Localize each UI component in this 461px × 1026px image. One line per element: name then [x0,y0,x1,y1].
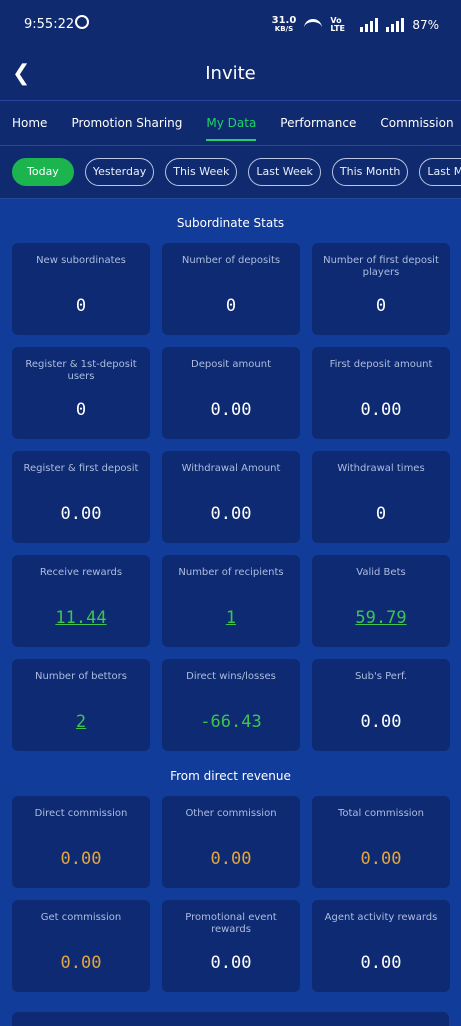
battery-level: 87% [412,18,439,32]
stat-card-direct-commission: Direct commission 0.00 [12,796,150,888]
stat-label: Number of deposits [181,255,281,266]
stat-value[interactable]: 11.44 [12,608,150,628]
stat-card-withdrawal-amount: Withdrawal Amount 0.00 [162,451,300,543]
stat-value: 0 [375,504,387,524]
stat-label: Register & first deposit [23,463,139,474]
stat-value[interactable]: 1 [162,608,300,628]
stat-value: 0 [75,296,87,316]
stat-card-agent-activity-rewards: Agent activity rewards 0.00 [312,900,450,992]
status-bar: 9:55:22 31.0 KB/S Vo LTE 87% [0,0,461,50]
stat-label: Withdrawal times [337,463,425,474]
stat-value[interactable]: 59.79 [312,608,450,628]
page-header: ❮ Invite [0,50,461,101]
stat-card-sub-s-perf: Sub's Perf. 0.00 [312,659,450,751]
filter-yesterday[interactable]: Yesterday [84,158,155,186]
stat-label: Promotional event rewards [185,912,277,935]
network-speed-value: 31.0 [271,15,297,26]
stat-card-get-commission: Get commission 0.00 [12,900,150,992]
network-speed: 31.0 KB/S [272,16,297,34]
tab-promotion-sharing[interactable]: Promotion Sharing [59,101,194,145]
stat-value: 0.00 [210,849,252,869]
date-filter-bar: Today Yesterday This Week Last Week This Mon… [0,146,461,199]
stat-label: Number of recipients [178,567,284,578]
stat-label: Total commission [337,808,425,819]
stat-card-number-of-recipients[interactable]: Number of recipients 1 [162,555,300,647]
filter-last-month[interactable]: Last Month [419,158,461,186]
stat-label: Direct wins/losses [186,671,276,682]
tab-commission[interactable]: Commission [368,101,461,145]
stat-card-number-of-deposits: Number of deposits 0 [162,243,300,335]
subordinate-stats-title: Subordinate Stats [176,216,285,230]
network-speed-unit: KB/S [274,25,294,33]
whatsapp-icon [75,15,89,29]
stat-label: Sub's Perf. [354,671,408,682]
status-icons: 31.0 KB/S Vo LTE 87% [272,16,439,34]
tab-performance[interactable]: Performance [268,101,368,145]
stat-label: Receive rewards [39,567,123,578]
tab-home[interactable]: Home [0,101,59,145]
filter-this-week[interactable]: This Week [165,158,238,186]
stat-value: 0 [225,296,237,316]
stat-value: 0.00 [60,504,102,524]
stat-value: 0.00 [360,712,402,732]
stat-value: 0.00 [60,953,102,973]
network-type: Vo LTE [330,16,346,33]
stat-label: Number of first deposit players [323,255,439,278]
direct-revenue-title: From direct revenue [170,769,291,783]
filter-this-month[interactable]: This Month [331,158,409,186]
stat-card-valid-bets[interactable]: Valid Bets 59.79 [312,555,450,647]
stat-card-first-deposit-amount: First deposit amount 0.00 [312,347,450,439]
signal-icon [360,18,379,32]
stat-value: -66.43 [200,712,262,732]
stat-card-promotional-event-rewards: Promotional event rewards 0.00 [162,900,300,992]
direct-revenue-grid: Direct commission 0.00 Other commission 0.0… [0,796,461,992]
stat-value: 0 [375,296,387,316]
stat-value: 0.00 [360,849,402,869]
stat-label: Other commission [185,808,277,819]
stat-label: Deposit amount [191,359,271,370]
stat-card-other-commission: Other commission 0.00 [162,796,300,888]
wifi-icon [304,19,323,31]
stat-value: 0.00 [210,400,252,420]
page-title: Invite [205,63,256,84]
stat-card-receive-rewards[interactable]: Receive rewards 11.44 [12,555,150,647]
stat-label: Direct commission [34,808,128,819]
stat-label: Withdrawal Amount [181,463,281,474]
stat-card-number-of-bettors[interactable]: Number of bettors 2 [12,659,150,751]
status-time: 9:55:22 [24,17,75,32]
stat-label: New subordinates [36,255,126,266]
stat-card-total-commission: Total commission 0.00 [312,796,450,888]
stat-value: 0.00 [60,849,102,869]
filter-today[interactable]: Today [12,158,74,186]
stat-card-deposit-amount: Deposit amount 0.00 [162,347,300,439]
stat-label: First deposit amount [329,359,433,370]
stat-value: 0.00 [360,400,402,420]
stat-value: 0.00 [210,953,252,973]
stat-card-register-1st-deposit-users: Register & 1st-deposit users 0 [12,347,150,439]
stat-value[interactable]: 2 [12,712,150,732]
stat-card-number-of-first-deposit-players: Number of first deposit players 0 [312,243,450,335]
filter-last-week[interactable]: Last Week [248,158,321,186]
signal-icon-2 [386,18,405,32]
stat-label: Register & 1st-deposit users [25,359,137,382]
stat-value: 0.00 [210,504,252,524]
tab-my-data[interactable]: My Data [194,101,268,145]
stat-card-withdrawal-times: Withdrawal times 0 [312,451,450,543]
subordinate-stats-grid: New subordinates 0 Number of deposits 0 Numb… [0,243,461,751]
stat-value: 0 [75,400,87,420]
tab-bar: Home Promotion Sharing My Data Performance C… [0,101,461,146]
stat-card-register-first-deposit: Register & first deposit 0.00 [12,451,150,543]
stat-label: Valid Bets [356,567,406,578]
stat-card-direct-wins-losses: Direct wins/losses -66.43 [162,659,300,751]
stat-label: Agent activity rewards [324,912,438,923]
stat-card-new-subordinates: New subordinates 0 [12,243,150,335]
stat-label: Get commission [40,912,122,923]
stat-value: 0.00 [360,953,402,973]
stat-label: Number of bettors [35,671,127,682]
